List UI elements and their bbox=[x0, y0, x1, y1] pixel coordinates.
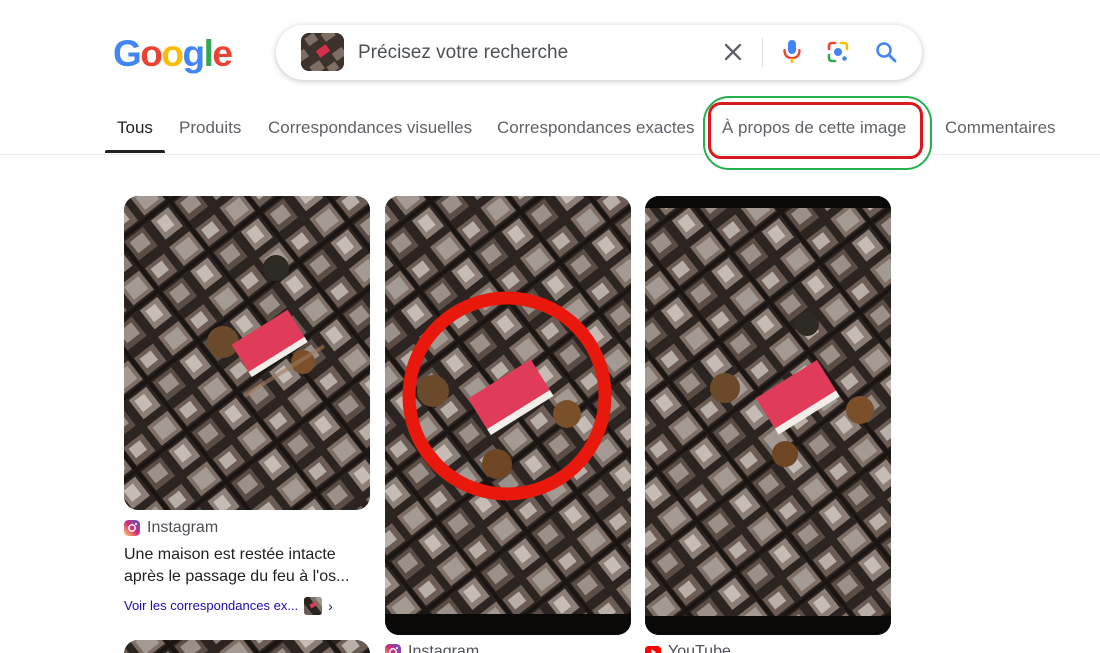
result-source-name: Instagram bbox=[147, 519, 219, 536]
result-source[interactable]: YouTube bbox=[645, 642, 731, 653]
logo-letter: o bbox=[140, 33, 163, 74]
result-title-line: après le passage du feu à l'os... bbox=[124, 568, 350, 585]
result-title-line: Une maison est restée intacte bbox=[124, 546, 336, 563]
logo-letter: g bbox=[182, 33, 206, 74]
logo-letter: o bbox=[161, 33, 184, 74]
logo-letter: G bbox=[113, 33, 142, 74]
instagram-icon bbox=[124, 520, 140, 536]
result-title[interactable]: Une maison est restée intacte après le p… bbox=[124, 544, 374, 588]
exact-matches-label: Voir les correspondances ex... bbox=[124, 598, 299, 613]
chevron-right-icon: › bbox=[328, 598, 333, 614]
result-image[interactable] bbox=[124, 196, 370, 510]
result-source-name: YouTube bbox=[668, 643, 731, 653]
search-icon[interactable] bbox=[873, 39, 899, 65]
query-image-thumbnail[interactable] bbox=[301, 33, 344, 71]
microphone-icon[interactable] bbox=[779, 39, 805, 65]
exact-match-thumbnail bbox=[304, 597, 323, 615]
exact-matches-link[interactable]: Voir les correspondances ex... › bbox=[124, 597, 333, 615]
tab-correspondances-visuelles[interactable]: Correspondances visuelles bbox=[268, 118, 472, 138]
google-logo[interactable]: Google bbox=[113, 32, 233, 76]
search-box[interactable]: Précisez votre recherche bbox=[276, 25, 922, 80]
annotation-red-highlight bbox=[708, 102, 923, 159]
close-icon[interactable] bbox=[720, 39, 746, 65]
youtube-icon bbox=[645, 644, 661, 653]
search-input[interactable]: Précisez votre recherche bbox=[358, 42, 568, 64]
active-tab-indicator bbox=[105, 150, 165, 153]
tab-correspondances-exactes[interactable]: Correspondances exactes bbox=[497, 118, 695, 138]
result-image[interactable] bbox=[385, 196, 631, 635]
result-source[interactable]: Instagram bbox=[385, 642, 479, 653]
google-lens-icon[interactable] bbox=[825, 39, 851, 65]
result-image[interactable] bbox=[645, 196, 891, 635]
result-source-name: Instagram bbox=[408, 643, 480, 653]
tab-commentaires[interactable]: Commentaires bbox=[945, 118, 1056, 138]
result-image[interactable] bbox=[124, 640, 370, 653]
results-tab-bar: Tous Produits Correspondances visuelles … bbox=[0, 100, 1100, 155]
search-divider bbox=[762, 38, 763, 67]
result-source[interactable]: Instagram bbox=[124, 518, 218, 538]
instagram-icon bbox=[385, 644, 401, 653]
logo-letter: e bbox=[212, 33, 233, 74]
tab-produits[interactable]: Produits bbox=[179, 118, 241, 138]
tab-tous[interactable]: Tous bbox=[117, 118, 153, 138]
